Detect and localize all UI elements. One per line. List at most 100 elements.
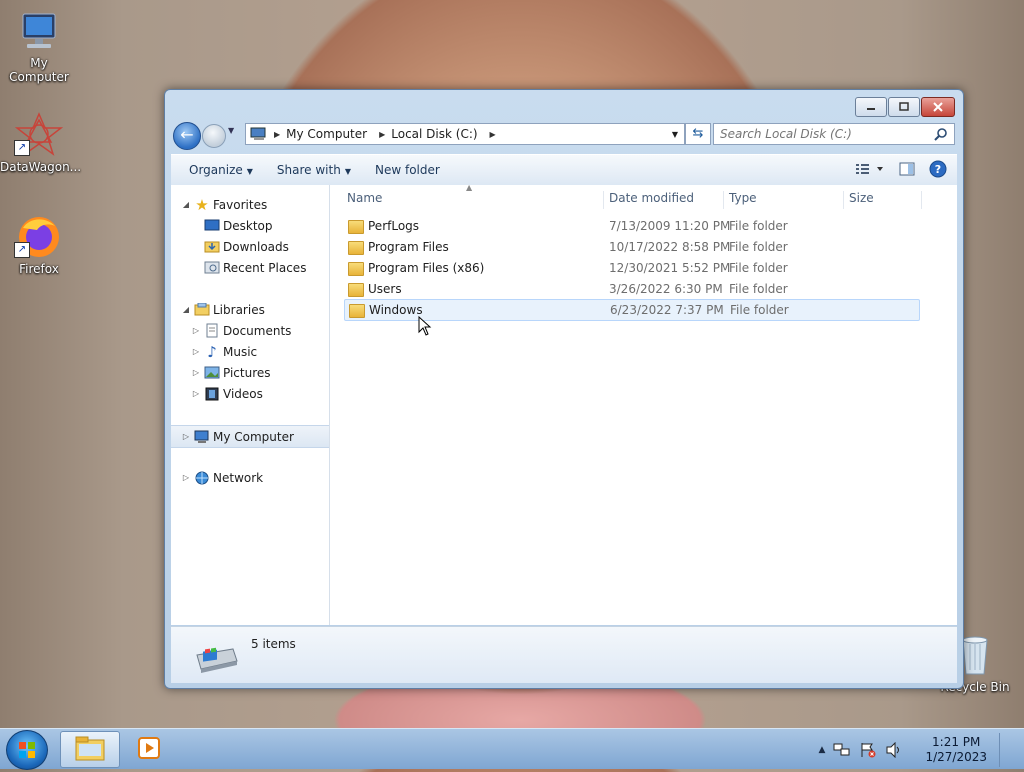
file-row[interactable]: PerfLogs 7/13/2009 11:20 PM File folder — [344, 216, 918, 236]
minimize-button[interactable] — [855, 97, 887, 117]
nav-favorites[interactable]: ◢ ★ Favorites — [171, 194, 329, 215]
file-date: 10/17/2022 8:58 PM — [609, 240, 731, 254]
clock-date: 1/27/2023 — [925, 750, 987, 764]
column-date-label: Date modified — [609, 191, 695, 205]
refresh-icon: ⇆ — [692, 126, 704, 141]
help-icon[interactable]: ? — [929, 160, 947, 178]
new-folder-button[interactable]: New folder — [363, 163, 452, 177]
chevron-down-icon: ▼ — [246, 167, 253, 176]
mouse-cursor-icon — [418, 316, 432, 336]
item-count: 5 items — [251, 637, 296, 651]
column-header-type[interactable]: Type — [724, 191, 844, 209]
start-button[interactable] — [6, 730, 48, 770]
content-area: ◢ ★ Favorites Desktop Downloads Recent P… — [171, 183, 957, 625]
expand-arrow-icon[interactable]: ▷ — [181, 432, 191, 441]
show-hidden-icons-button[interactable]: ▲ — [819, 745, 826, 755]
column-header-size[interactable]: Size — [844, 191, 922, 209]
show-desktop-button[interactable] — [999, 733, 1010, 767]
expand-arrow-icon[interactable]: ▷ — [191, 326, 201, 335]
address-dropdown-icon[interactable]: ▼ — [672, 130, 678, 139]
search-box — [713, 123, 955, 145]
organize-button[interactable]: Organize ▼ — [177, 163, 265, 177]
column-header-date-modified[interactable]: Date modified — [604, 191, 724, 209]
expand-arrow-icon[interactable]: ▷ — [191, 347, 201, 356]
nav-music[interactable]: ▷ ♪ Music — [171, 341, 329, 362]
clock-time: 1:21 PM — [932, 735, 981, 749]
organize-label: Organize — [189, 163, 243, 177]
breadcrumb-local-disk[interactable]: Local Disk (C:) — [391, 127, 477, 141]
column-header-name[interactable]: Name — [330, 191, 604, 209]
action-center-flag-icon[interactable] — [859, 742, 877, 758]
file-name: Program Files — [368, 240, 449, 254]
file-date: 3/26/2022 6:30 PM — [609, 282, 723, 296]
desktop-icon-firefox[interactable]: ↗ Firefox — [0, 214, 78, 276]
pictures-icon — [203, 365, 221, 381]
folder-icon — [348, 220, 364, 234]
file-row[interactable]: Users 3/26/2022 6:30 PM File folder — [344, 279, 918, 299]
nav-favorites-label: Favorites — [213, 197, 268, 212]
nav-network-label: Network — [213, 470, 264, 485]
file-type: File folder — [730, 303, 789, 317]
expand-arrow-icon[interactable]: ▷ — [191, 368, 201, 377]
computer-icon — [193, 429, 211, 445]
desktop-icon-label: My Computer — [9, 56, 69, 84]
expand-arrow-icon[interactable]: ▷ — [191, 389, 201, 398]
search-icon — [934, 128, 947, 141]
back-button[interactable]: ← — [173, 122, 201, 150]
nav-desktop[interactable]: Desktop — [171, 215, 329, 236]
file-list-pane[interactable]: ▲ Name Date modified Type Size PerfLogs … — [330, 183, 957, 625]
nav-libraries-label: Libraries — [213, 302, 265, 317]
close-button[interactable] — [921, 97, 955, 117]
nav-libraries[interactable]: ◢ Libraries — [171, 299, 329, 320]
column-size-label: Size — [849, 191, 874, 205]
desktop-icon-datawagon[interactable]: ↗ DataWagon... — [0, 112, 82, 174]
share-with-button[interactable]: Share with ▼ — [265, 163, 363, 177]
maximize-button[interactable] — [888, 97, 920, 117]
computer-icon — [22, 13, 56, 48]
view-options-icon[interactable] — [855, 162, 885, 176]
breadcrumb-my-computer[interactable]: My Computer — [286, 127, 367, 141]
file-name: Windows — [369, 303, 423, 317]
taskbar-explorer-button[interactable] — [60, 731, 120, 768]
nav-network[interactable]: ▷ Network — [171, 467, 329, 488]
expand-triangle-icon[interactable]: ◢ — [181, 305, 191, 314]
nav-recent-places[interactable]: Recent Places — [171, 257, 329, 278]
desktop-icon-my-computer[interactable]: My Computer — [0, 10, 78, 84]
breadcrumb-separator-icon: ▶ — [379, 129, 386, 139]
nav-pictures[interactable]: ▷ Pictures — [171, 362, 329, 383]
column-type-label: Type — [729, 191, 757, 205]
volume-icon[interactable] — [885, 742, 903, 758]
details-pane: 5 items — [171, 626, 957, 683]
forward-button[interactable] — [202, 124, 226, 148]
navigation-pane[interactable]: ◢ ★ Favorites Desktop Downloads Recent P… — [171, 185, 330, 625]
command-bar: Organize ▼ Share with ▼ New folder ? — [171, 154, 957, 186]
expand-arrow-icon[interactable]: ▷ — [181, 473, 191, 482]
taskbar-media-player-button[interactable] — [124, 731, 174, 766]
desktop-icon-label: DataWagon... — [0, 160, 82, 174]
address-bar[interactable]: ▶ My Computer ▶ Local Disk (C:) ▶ ▼ — [245, 123, 685, 145]
desktop-icon-label: Firefox — [19, 262, 59, 276]
nav-music-label: Music — [223, 344, 258, 359]
nav-downloads-label: Downloads — [223, 239, 289, 254]
file-row[interactable]: Program Files (x86) 12/30/2021 5:52 PM F… — [344, 258, 918, 278]
clock[interactable]: 1:21 PM 1/27/2023 — [925, 735, 987, 765]
network-tray-icon[interactable] — [833, 742, 851, 758]
refresh-button[interactable]: ⇆ — [685, 123, 711, 145]
history-dropdown-button[interactable]: ▼ — [228, 126, 234, 135]
nav-downloads[interactable]: Downloads — [171, 236, 329, 257]
caption-buttons — [854, 97, 955, 117]
expand-triangle-icon[interactable]: ◢ — [181, 200, 191, 209]
nav-videos[interactable]: ▷ Videos — [171, 383, 329, 404]
preview-pane-icon[interactable] — [899, 162, 915, 176]
downloads-folder-icon — [203, 239, 221, 255]
file-row[interactable]: Program Files 10/17/2022 8:58 PM File fo… — [344, 237, 918, 257]
file-name: Program Files (x86) — [368, 261, 485, 275]
media-player-icon — [138, 737, 160, 759]
taskbar: ▲ 1:21 PM 1/27/2023 — [0, 728, 1024, 770]
nav-my-computer[interactable]: ▷ My Computer — [171, 425, 329, 448]
search-input[interactable] — [714, 126, 934, 142]
nav-documents[interactable]: ▷ Documents — [171, 320, 329, 341]
address-row: ← ▼ ▶ My Computer ▶ Local Disk (C:) ▶ ▼ … — [173, 120, 955, 150]
network-icon — [193, 470, 211, 486]
breadcrumb-separator-icon: ▶ — [489, 129, 496, 139]
